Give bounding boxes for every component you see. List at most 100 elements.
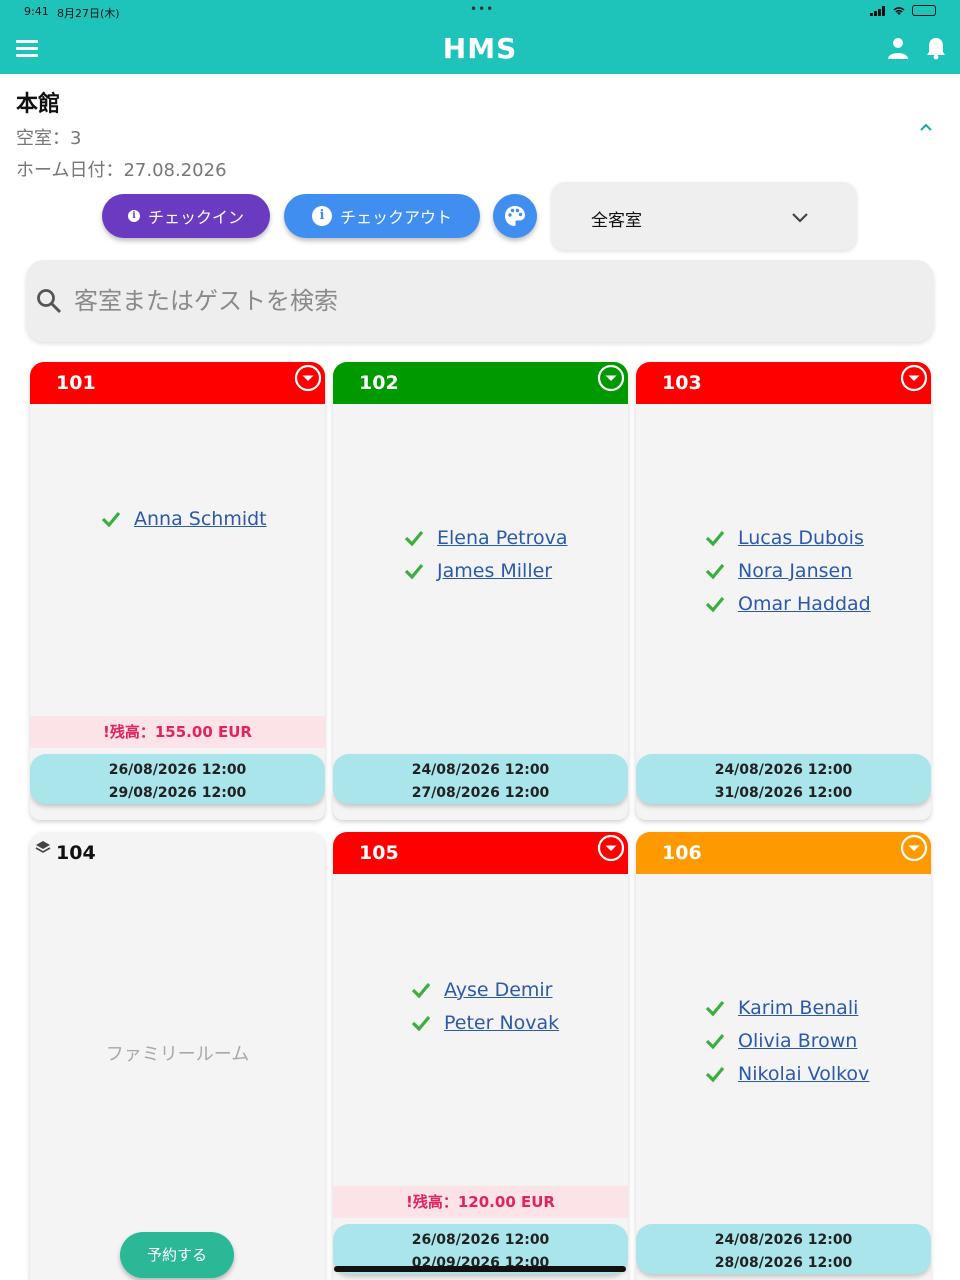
expand-icon[interactable]: [294, 364, 322, 392]
guest-link[interactable]: Karim Benali: [738, 997, 858, 1019]
search-icon: [37, 289, 62, 314]
guest-link[interactable]: Nora Jansen: [738, 560, 852, 582]
checkout-datetime: 27/08/2026 12:00: [411, 785, 550, 801]
guest-item: Nikolai Volkov: [704, 1057, 931, 1090]
guest-item: James Miller: [403, 554, 628, 587]
room-card-102[interactable]: 102 Elena Petrova James Miller 24/08/202…: [333, 362, 628, 820]
reserve-button[interactable]: 予約する: [120, 1232, 234, 1278]
guest-list: Elena Petrova James Miller: [333, 521, 628, 587]
check-icon: [705, 596, 725, 612]
room-number: 103: [662, 372, 702, 394]
stay-dates[interactable]: 24/08/2026 12:00 27/08/2026 12:00: [333, 754, 628, 804]
guest-link[interactable]: Peter Novak: [444, 1012, 559, 1034]
check-icon: [411, 1015, 431, 1031]
check-icon: [411, 982, 431, 998]
status-bar: 9:41 8月27日(木) •••: [0, 0, 960, 24]
info-icon: i: [311, 206, 332, 226]
check-icon: [101, 511, 121, 527]
checkout-button[interactable]: i チェックアウト: [284, 194, 480, 238]
room-filter-dropdown[interactable]: 全客室: [551, 182, 857, 250]
room-card-104[interactable]: 104 ファミリールーム 予約する: [30, 832, 325, 1280]
guest-item: Peter Novak: [410, 1006, 628, 1039]
expand-icon[interactable]: [597, 364, 625, 392]
room-header: 106: [636, 832, 931, 874]
stay-dates[interactable]: 24/08/2026 12:00 28/08/2026 12:00: [636, 1224, 931, 1274]
guest-item: Nora Jansen: [704, 554, 931, 587]
checkin-button[interactable]: i チェックイン: [102, 194, 270, 238]
guest-item: Olivia Brown: [704, 1024, 931, 1057]
status-time: 9:41: [24, 5, 49, 18]
room-header: 101: [30, 362, 325, 404]
checkin-datetime: 24/08/2026 12:00: [714, 762, 853, 778]
expand-icon[interactable]: [900, 834, 928, 862]
guest-item: Karim Benali: [704, 991, 931, 1024]
search-bar: [26, 260, 934, 342]
system-indicators: [870, 5, 936, 16]
guest-link[interactable]: Nikolai Volkov: [738, 1063, 869, 1085]
check-icon: [705, 1033, 725, 1049]
check-icon: [705, 563, 725, 579]
guest-link[interactable]: Elena Petrova: [437, 527, 568, 549]
toolbar: i チェックイン i チェックアウト 全客室: [0, 182, 960, 252]
palette-icon: [505, 206, 525, 226]
stay-dates[interactable]: 24/08/2026 12:00 31/08/2026 12:00: [636, 754, 931, 804]
balance-warning: !残高：120.00 EUR: [333, 1186, 628, 1218]
guest-link[interactable]: Omar Haddad: [738, 593, 871, 615]
battery-icon: [912, 5, 936, 16]
app-bar: HMS: [0, 24, 960, 74]
guest-item: Omar Haddad: [704, 587, 931, 620]
user-icon[interactable]: [886, 36, 910, 60]
room-card-103[interactable]: 103 Lucas Dubois Nora Jansen Omar Haddad…: [636, 362, 931, 820]
info-icon: i: [127, 210, 140, 222]
home-date: ホーム日付：27.08.2026: [16, 160, 227, 181]
search-input[interactable]: [74, 280, 894, 322]
vacancy-count: 空室：3: [16, 128, 82, 149]
guest-list: Anna Schmidt: [30, 502, 325, 535]
multitask-dots[interactable]: •••: [470, 2, 494, 16]
guest-item: Elena Petrova: [403, 521, 628, 554]
expand-icon[interactable]: [597, 834, 625, 862]
guest-link[interactable]: Ayse Demir: [444, 979, 553, 1001]
guest-list: Ayse Demir Peter Novak: [333, 973, 628, 1039]
signal-icon: [870, 5, 885, 16]
checkout-label: チェックアウト: [339, 208, 452, 227]
guest-list: Lucas Dubois Nora Jansen Omar Haddad: [636, 521, 931, 620]
checkout-datetime: 28/08/2026 12:00: [714, 1255, 853, 1271]
room-number: 106: [662, 842, 702, 864]
room-card-105[interactable]: 105 Ayse Demir Peter Novak !残高：120.00 EU…: [333, 832, 628, 1280]
expand-icon[interactable]: [900, 364, 928, 392]
building-name: 本館: [16, 92, 61, 117]
checkin-datetime: 24/08/2026 12:00: [411, 762, 550, 778]
guest-link[interactable]: Anna Schmidt: [134, 508, 267, 530]
room-type: ファミリールーム: [105, 1044, 250, 1065]
room-header: 102: [333, 362, 628, 404]
app-title: HMS: [442, 32, 518, 65]
bell-icon[interactable]: [924, 36, 948, 60]
room-card-101[interactable]: 101 Anna Schmidt !残高：155.00 EUR 26/08/20…: [30, 362, 325, 820]
guest-list: Karim Benali Olivia Brown Nikolai Volkov: [636, 991, 931, 1090]
room-number: 105: [359, 842, 399, 864]
guest-link[interactable]: James Miller: [437, 560, 552, 582]
room-card-106[interactable]: 106 Karim Benali Olivia Brown Nikolai Vo…: [636, 832, 931, 1280]
room-header: 105: [333, 832, 628, 874]
chevron-up-icon[interactable]: [918, 120, 934, 136]
check-icon: [705, 530, 725, 546]
palette-button[interactable]: [493, 194, 537, 238]
room-number: 101: [56, 372, 96, 394]
check-icon: [705, 1000, 725, 1016]
stay-dates[interactable]: 26/08/2026 12:00 29/08/2026 12:00: [30, 754, 325, 804]
room-number: 104: [56, 842, 96, 864]
balance-warning: !残高：155.00 EUR: [30, 716, 325, 748]
checkout-datetime: 31/08/2026 12:00: [714, 785, 853, 801]
checkout-datetime: 29/08/2026 12:00: [108, 785, 247, 801]
wifi-icon: [893, 6, 905, 15]
layers-icon: [35, 841, 51, 853]
guest-link[interactable]: Lucas Dubois: [738, 527, 864, 549]
check-icon: [705, 1066, 725, 1082]
check-icon: [404, 530, 424, 546]
checkin-datetime: 26/08/2026 12:00: [411, 1232, 550, 1248]
status-date: 8月27日(木): [57, 7, 120, 20]
guest-link[interactable]: Olivia Brown: [738, 1030, 857, 1052]
room-number: 102: [359, 372, 399, 394]
home-indicator[interactable]: [334, 1266, 626, 1272]
